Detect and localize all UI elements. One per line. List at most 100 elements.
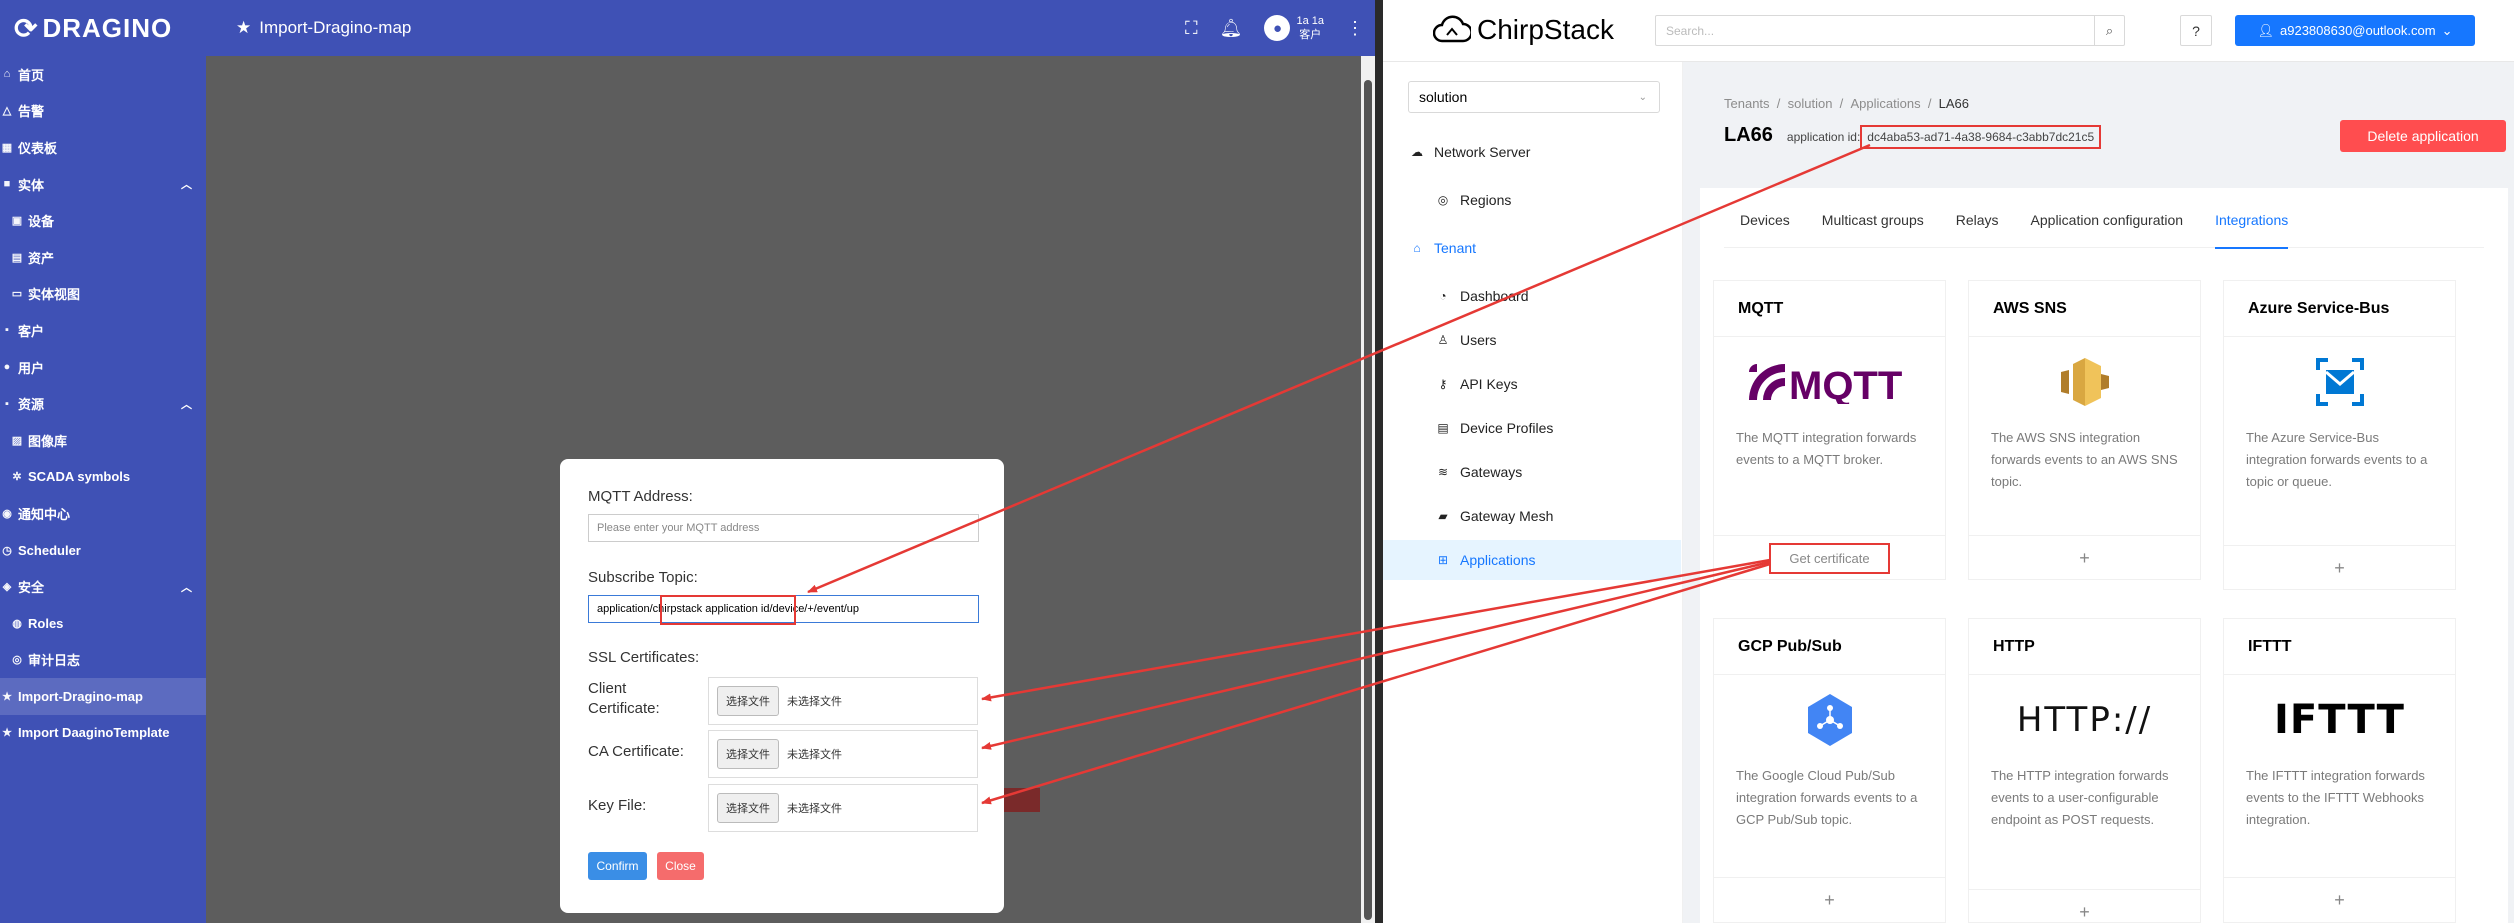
scheduler-icon: ◷ [2, 544, 12, 557]
dashboard-icon: ◔ [1439, 289, 1447, 303]
nav-item-import-daagino-template[interactable]: ★ Import DaaginoTemplate [0, 715, 206, 752]
nav-regions[interactable]: ◎ Regions [1383, 180, 1683, 220]
add-integration-button[interactable]: + [1969, 535, 2200, 581]
search-input[interactable]: Search... ⌕ [1655, 15, 2125, 46]
user-info: 1a 1a 客户 [1296, 15, 1324, 41]
nav-item-customers[interactable]: ▪ 客户 [0, 312, 206, 349]
add-integration-button[interactable]: + [1969, 889, 2200, 923]
dragino-logo[interactable]: ⟳ DRAGINO [0, 0, 206, 56]
breadcrumb-tenants[interactable]: Tenants [1724, 96, 1770, 111]
gcp-pubsub-icon [1807, 694, 1852, 746]
help-button[interactable]: ? [2180, 15, 2212, 46]
nav-item-scada-symbols[interactable]: ✲ SCADA symbols [0, 459, 206, 496]
nav-item-security[interactable]: ◈ 安全 ︿ [0, 568, 206, 605]
get-certificate-button[interactable]: Get certificate [1769, 543, 1890, 574]
nav-api-keys[interactable]: ⚷ API Keys [1383, 364, 1683, 404]
subscribe-topic-label: Subscribe Topic: [588, 569, 698, 586]
nav-network-server[interactable]: ☁ Network Server [1383, 132, 1683, 172]
breadcrumb: Tenants / solution / Applications / LA66 [1724, 96, 1970, 111]
security-icon: ◈ [2, 581, 12, 594]
user-dropdown-button[interactable]: 👤︎ a923808630@outlook.com ⌄ [2235, 15, 2475, 46]
tab-integrations[interactable]: Integrations [2199, 202, 2304, 249]
search-icon[interactable]: ⌕ [2094, 16, 2124, 45]
tab-multicast-groups[interactable]: Multicast groups [1806, 202, 1940, 248]
nav-item-alarms[interactable]: △ 告警 [0, 93, 206, 130]
fullscreen-icon[interactable]: ⛶ [1185, 18, 1198, 39]
nav-tenant[interactable]: ⌂ Tenant [1383, 228, 1683, 268]
delete-application-button[interactable]: Delete application [2340, 120, 2506, 152]
nav-item-import-dragino-map[interactable]: ★ Import-Dragino-map [0, 678, 206, 715]
nav-item-assets[interactable]: ▤ 资产 [0, 239, 206, 276]
scada-icon: ✲ [12, 471, 22, 484]
tb-topbar: ★ Import-Dragino-map ⛶ 🔔︎ ● 1a 1a 客户 ⋮ [206, 0, 1380, 56]
nav-dashboard[interactable]: ◔ Dashboard [1383, 276, 1683, 316]
tenant-select[interactable]: solution ⌄ [1408, 81, 1660, 113]
mesh-icon: ▰ [1438, 509, 1448, 523]
cs-header: ChirpStack Search... ⌕ ? 👤︎ a923808630@o… [1383, 0, 2514, 62]
dragino-logo-text: DRAGINO [42, 12, 173, 43]
mqtt-address-input[interactable]: Please enter your MQTT address [588, 514, 979, 542]
nav-item-users[interactable]: ● 用户 [0, 349, 206, 386]
client-cert-choose-file-button[interactable]: 选择文件 [717, 686, 779, 716]
key-file-choose-file-button[interactable]: 选择文件 [717, 793, 779, 823]
nav-item-notifications[interactable]: ◉ 通知中心 [0, 495, 206, 532]
entity-icon: ■ [3, 178, 11, 191]
scrollbar-thumb[interactable] [1364, 80, 1372, 920]
nav-users[interactable]: ♙ Users [1383, 320, 1683, 360]
breadcrumb-applications[interactable]: Applications [1850, 96, 1920, 111]
integration-card-mqtt: MQTT MQTT The MQTT integration forwards … [1713, 280, 1946, 580]
http-logo-text: HTTP:// [2016, 700, 2153, 740]
dashboard-icon: ▦ [1, 141, 13, 154]
breadcrumb-current: LA66 [1938, 96, 1970, 111]
add-integration-button[interactable]: + [2224, 877, 2455, 923]
add-integration-button[interactable]: + [1714, 877, 1945, 923]
compass-icon: ◎ [1437, 193, 1449, 207]
nav-item-audit-logs[interactable]: ◎ 审计日志 [0, 642, 206, 679]
nav-item-dashboards[interactable]: ▦ 仪表板 [0, 129, 206, 166]
cs-sidebar: solution ⌄ ☁ Network Server ◎ Regions ⌂ Tena… [1383, 62, 1683, 923]
notification-bell-icon[interactable]: 🔔︎ [1220, 18, 1243, 39]
tab-relays[interactable]: Relays [1940, 202, 2015, 248]
nav-item-entities[interactable]: ■ 实体 ︿ [0, 166, 206, 203]
client-certificate-file: 选择文件 未选择文件 [708, 677, 978, 725]
nav-item-roles[interactable]: ◍ Roles [0, 605, 206, 642]
audit-log-icon: ◎ [12, 654, 22, 667]
key-file-label: Key File: [588, 797, 647, 814]
tb-sidebar: ⟳ DRAGINO ⌂ 首页 △ 告警 ▦ 仪表板 ■ 实体 ︿ ▣ 设备 ▤ 资产 ▭ 实体视… [0, 0, 206, 923]
ca-cert-choose-file-button[interactable]: 选择文件 [717, 739, 779, 769]
nav-gateways[interactable]: ≋ Gateways [1383, 452, 1683, 492]
nav-item-resources[interactable]: ▪ 资源 ︿ [0, 385, 206, 422]
nav-item-image-gallery[interactable]: ▨ 图像库 [0, 422, 206, 459]
more-vert-icon[interactable]: ⋮ [1346, 18, 1364, 39]
nav-item-devices[interactable]: ▣ 设备 [0, 202, 206, 239]
tab-application-configuration[interactable]: Application configuration [2015, 202, 2200, 248]
nav-item-entity-views[interactable]: ▭ 实体视图 [0, 276, 206, 313]
chirpstack-window: ChirpStack Search... ⌕ ? 👤︎ a923808630@o… [1383, 0, 2514, 923]
card-description: The Azure Service-Bus integration forwar… [2246, 430, 2428, 489]
nav-device-profiles[interactable]: ▤ Device Profiles [1383, 408, 1683, 448]
nav-gateway-mesh[interactable]: ▰ Gateway Mesh [1383, 496, 1683, 536]
tab-devices[interactable]: Devices [1724, 202, 1806, 248]
chirpstack-cloud-icon [1433, 15, 1471, 43]
card-description: The AWS SNS integration forwards events … [1991, 430, 2178, 489]
nav-item-home[interactable]: ⌂ 首页 [0, 56, 206, 93]
chevron-down-icon: ⌄ [2441, 22, 2453, 38]
add-integration-button[interactable]: + [2224, 545, 2455, 591]
mqtt-logo-icon: MQTT [1748, 364, 1902, 404]
breadcrumb-tenant[interactable]: solution [1788, 96, 1833, 111]
card-description: The IFTTT integration forwards events to… [2246, 768, 2425, 827]
ca-certificate-file: 选择文件 未选择文件 [708, 730, 978, 778]
alarm-icon: △ [2, 105, 12, 118]
chirpstack-logo[interactable]: ChirpStack [1433, 14, 1614, 46]
asset-icon: ▤ [11, 251, 23, 264]
user-menu[interactable]: ● 1a 1a 客户 [1264, 14, 1324, 42]
confirm-button[interactable]: Confirm [588, 852, 647, 880]
card-title: AWS SNS [1969, 281, 2200, 337]
vertical-scrollbar[interactable] [1361, 56, 1375, 923]
nav-applications[interactable]: ⊞ Applications [1383, 540, 1681, 580]
user-icon: 👤︎ [2257, 22, 2274, 38]
card-description: The MQTT integration forwards events to … [1736, 430, 1917, 467]
azure-logo [2224, 337, 2455, 427]
nav-item-scheduler[interactable]: ◷ Scheduler [0, 532, 206, 569]
close-button[interactable]: Close [657, 852, 704, 880]
